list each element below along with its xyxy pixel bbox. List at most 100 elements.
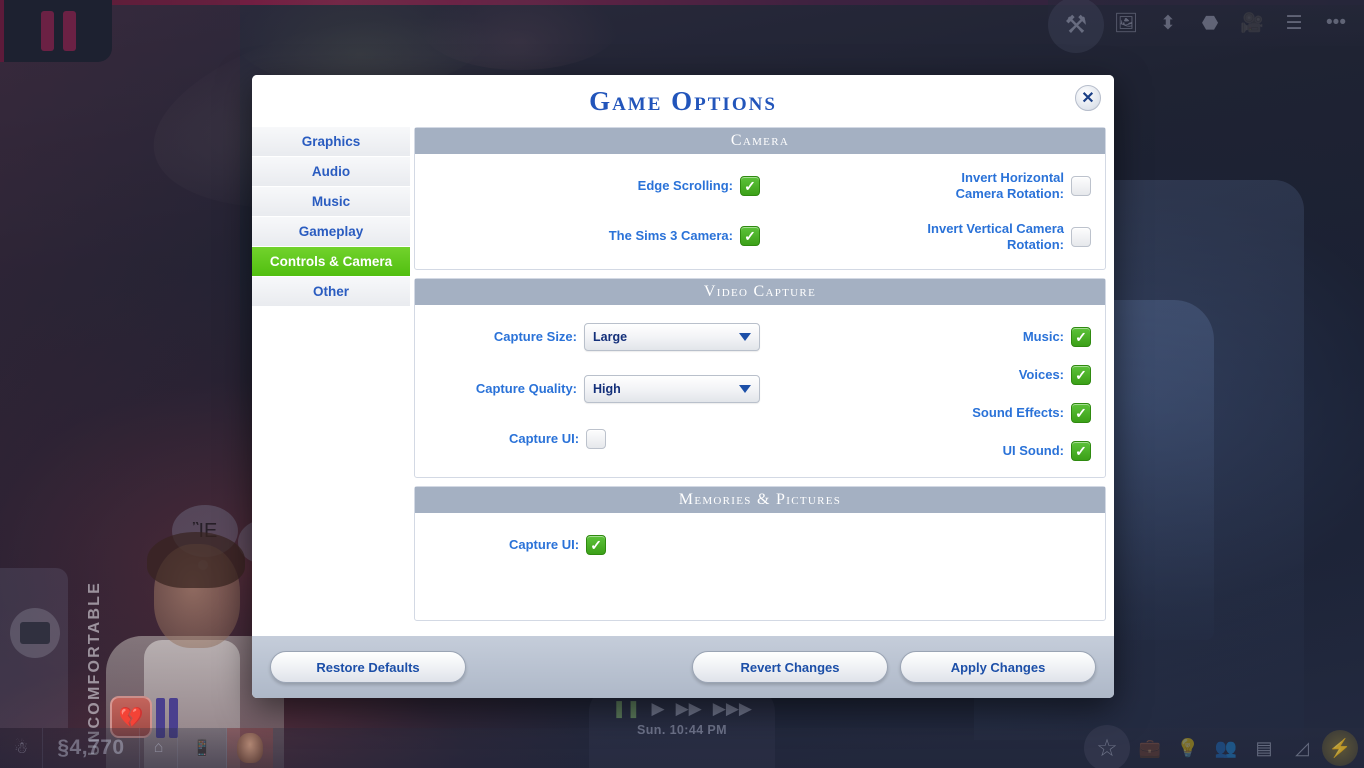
- walls-cutaway-icon[interactable]: ⬣: [1190, 3, 1230, 43]
- camera-mode-icon[interactable]: 🎥: [1232, 3, 1272, 43]
- notebook-icon[interactable]: ☰: [1274, 3, 1314, 43]
- sidebar-item-music[interactable]: Music: [252, 187, 410, 217]
- phone-icon[interactable]: 📱: [178, 728, 228, 768]
- close-icon[interactable]: ✕: [1075, 85, 1101, 111]
- ultra-speed-button[interactable]: ▶▶▶: [713, 700, 752, 717]
- background-foliage-right: [420, 0, 620, 70]
- invert-vertical-checkbox[interactable]: [1071, 226, 1091, 247]
- sims3-camera-checkbox[interactable]: ✓: [740, 226, 760, 246]
- sound-effects-checkbox[interactable]: ✓: [1071, 403, 1091, 423]
- option-sound-effects: Sound Effects: ✓: [760, 397, 1091, 429]
- capture-ui-memories-checkbox[interactable]: ✓: [586, 535, 607, 555]
- voices-checkbox[interactable]: ✓: [1071, 365, 1091, 385]
- sidebar-item-audio[interactable]: Audio: [252, 157, 410, 187]
- object-panel-left: [0, 568, 68, 728]
- fast-forward-button[interactable]: ▶▶: [676, 700, 702, 717]
- floor-level-arrows-icon[interactable]: ⬍: [1148, 3, 1188, 43]
- capture-quality-dropdown[interactable]: High: [584, 375, 760, 403]
- television-icon: [10, 608, 60, 658]
- sim-portrait-thumbnail[interactable]: [227, 728, 274, 768]
- option-label: Capture Size:: [493, 328, 577, 344]
- capture-quality-value: High: [593, 382, 621, 396]
- option-sims3-camera: The Sims 3 Camera: ✓: [429, 220, 760, 252]
- footer-right-group: Revert Changes Apply Changes: [692, 651, 1096, 683]
- apply-changes-button[interactable]: Apply Changes: [900, 651, 1096, 683]
- sim-hair-shape: [147, 532, 245, 588]
- option-capture-ui-video: Capture UI:: [429, 423, 760, 455]
- capture-size-value: Large: [593, 330, 628, 344]
- invert-horizontal-checkbox[interactable]: [1071, 176, 1091, 197]
- pause-indicator-corner: [0, 0, 112, 62]
- more-options-icon[interactable]: •••: [1316, 3, 1356, 43]
- section-video-capture: Video Capture Capture Size: Large Captur…: [414, 278, 1106, 478]
- game-options-dialog: Game Options ✕ Graphics Audio Music Game…: [252, 75, 1114, 698]
- dialog-body: Graphics Audio Music Gameplay Controls &…: [252, 127, 1114, 636]
- video-capture-right-column: Music: ✓ Voices: ✓ Sound Effects: ✓ UI S…: [760, 321, 1105, 467]
- dialog-content: Camera Edge Scrolling: ✓ The Sims 3 Came…: [414, 127, 1106, 636]
- dialog-sidebar: Graphics Audio Music Gameplay Controls &…: [252, 127, 410, 636]
- time-control-buttons: ❚❚ ▶ ▶▶ ▶▶▶: [612, 700, 752, 717]
- option-capture-ui-memories: Capture UI: ✓: [429, 529, 760, 561]
- revert-changes-button[interactable]: Revert Changes: [692, 651, 888, 683]
- inventory-box-icon[interactable]: ▤: [1246, 730, 1282, 766]
- game-time-label: Sun. 10:44 PM: [637, 723, 727, 737]
- option-voices: Voices: ✓: [760, 359, 1091, 391]
- restore-defaults-button[interactable]: Restore Defaults: [270, 651, 466, 683]
- play-button[interactable]: ▶: [652, 700, 665, 717]
- option-label: Invert Vertical Camera Rotation:: [927, 220, 1064, 252]
- sidebar-item-gameplay[interactable]: Gameplay: [252, 217, 410, 247]
- sim-portrait-face: [237, 733, 264, 763]
- dialog-titlebar: Game Options ✕: [252, 75, 1114, 127]
- section-body-camera: Edge Scrolling: ✓ The Sims 3 Camera: ✓ I…: [415, 154, 1105, 269]
- option-music: Music: ✓: [760, 321, 1091, 353]
- section-camera: Camera Edge Scrolling: ✓ The Sims 3 Came…: [414, 127, 1106, 270]
- section-header-memories-pictures: Memories & Pictures: [415, 487, 1105, 513]
- option-invert-horizontal: Invert Horizontal Camera Rotation:: [760, 170, 1091, 203]
- time-control-panel: ❚❚ ▶ ▶▶ ▶▶▶ Sun. 10:44 PM: [589, 686, 775, 768]
- baby-icon[interactable]: ☃: [0, 728, 44, 768]
- gallery-photos-icon[interactable]: 🖼: [1106, 3, 1146, 43]
- sidebar-item-graphics[interactable]: Graphics: [252, 127, 410, 157]
- sim-profile-icon[interactable]: ◿: [1284, 730, 1320, 766]
- edge-scrolling-checkbox[interactable]: ✓: [740, 176, 760, 196]
- pause-bar-icon: [62, 11, 76, 51]
- sidebar-item-other[interactable]: Other: [252, 277, 410, 307]
- option-label: Capture UI:: [509, 536, 580, 552]
- sidebar-item-controls-camera[interactable]: Controls & Camera: [252, 247, 410, 277]
- option-label: Sound Effects:: [972, 404, 1064, 420]
- page-title: Game Options: [589, 85, 777, 116]
- camera-left-column: Edge Scrolling: ✓ The Sims 3 Camera: ✓: [415, 170, 760, 259]
- capture-ui-video-checkbox[interactable]: [586, 429, 607, 449]
- capture-size-dropdown[interactable]: Large: [584, 323, 760, 351]
- skills-lightbulb-icon[interactable]: 💡: [1170, 730, 1206, 766]
- pause-button[interactable]: ❚❚: [612, 700, 641, 717]
- chevron-down-icon: [739, 385, 751, 393]
- option-invert-vertical: Invert Vertical Camera Rotation:: [760, 221, 1091, 254]
- hud-top-right: ⚒ 🖼 ⬍ ⬣ 🎥 ☰ •••: [1048, 0, 1364, 53]
- memories-right-column: [760, 529, 1105, 610]
- home-icon[interactable]: ⌂: [140, 728, 179, 768]
- dialog-footer: Restore Defaults Revert Changes Apply Ch…: [252, 636, 1114, 698]
- section-memories-pictures: Memories & Pictures Capture UI: ✓: [414, 486, 1106, 621]
- aspiration-star-icon[interactable]: ☆: [1084, 725, 1130, 768]
- build-tools-icon[interactable]: ⚒: [1048, 0, 1104, 53]
- option-label: The Sims 3 Camera:: [608, 227, 733, 243]
- section-body-memories-pictures: Capture UI: ✓: [415, 513, 1105, 620]
- camera-right-column: Invert Horizontal Camera Rotation: Inver…: [760, 170, 1105, 259]
- money-value: §4,770: [57, 736, 125, 759]
- music-checkbox[interactable]: ✓: [1071, 327, 1091, 347]
- relationships-icon[interactable]: 👥: [1208, 730, 1244, 766]
- tv-screen-shape: [20, 622, 50, 644]
- money-display: §4,770: [43, 728, 140, 768]
- needs-motives-icon[interactable]: ⚡: [1322, 730, 1358, 766]
- option-label: Music:: [1022, 328, 1064, 344]
- option-label: Capture Quality:: [475, 380, 577, 396]
- section-header-video-capture: Video Capture: [415, 279, 1105, 305]
- career-briefcase-icon[interactable]: 💼: [1132, 730, 1168, 766]
- ui-sound-checkbox[interactable]: ✓: [1071, 441, 1091, 461]
- section-header-camera: Camera: [415, 128, 1105, 154]
- option-edge-scrolling: Edge Scrolling: ✓: [429, 170, 760, 202]
- section-body-video-capture: Capture Size: Large Capture Quality: Hig…: [415, 305, 1105, 477]
- pause-bar-icon: [40, 11, 54, 51]
- option-capture-quality: Capture Quality: High: [429, 373, 760, 405]
